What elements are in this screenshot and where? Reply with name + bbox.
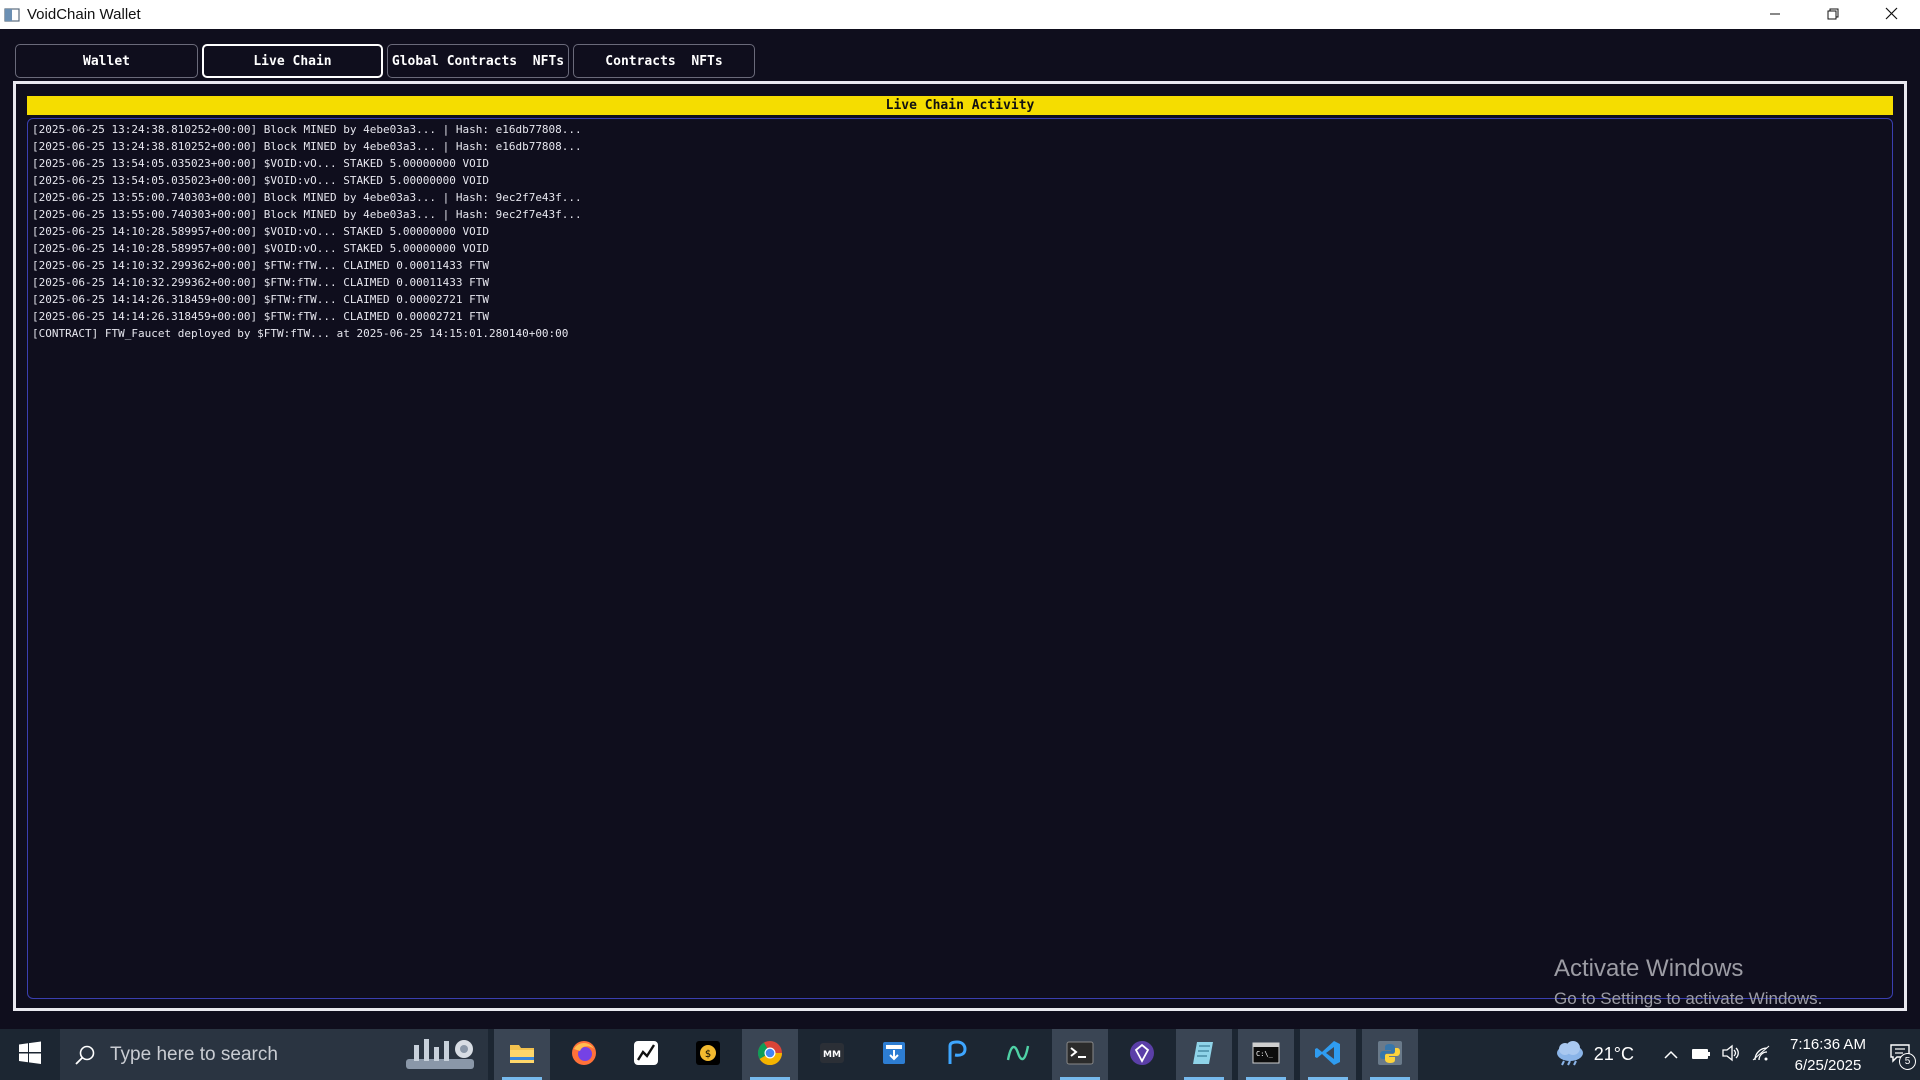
stocks-app-icon <box>633 1040 659 1070</box>
chevron-up-icon <box>1664 1045 1678 1064</box>
taskbar-wave-app[interactable] <box>990 1029 1046 1080</box>
svg-text:$: $ <box>705 1049 711 1060</box>
window-title-bar: VoidChain Wallet <box>0 0 1920 29</box>
minimize-icon <box>1769 5 1781 24</box>
tab-wallet[interactable]: Wallet <box>15 44 198 78</box>
svg-text:MM: MM <box>823 1050 841 1060</box>
search-placeholder: Type here to search <box>110 1043 278 1065</box>
taskbar-python[interactable] <box>1362 1029 1418 1080</box>
log-line: [2025-06-25 14:10:32.299362+00:00] $FTW:… <box>32 276 489 289</box>
close-icon <box>1885 5 1898 24</box>
log-line: [2025-06-25 14:10:28.589957+00:00] $VOID… <box>32 242 489 255</box>
app-window-icon <box>4 7 20 23</box>
terminal-icon <box>1066 1041 1094 1069</box>
taskbar-mm-app[interactable]: MM <box>804 1029 860 1080</box>
svg-text:C:\_: C:\_ <box>1256 1050 1274 1058</box>
notification-count-badge: 5 <box>1899 1053 1916 1070</box>
taskbar-search[interactable]: Type here to search <box>60 1029 488 1080</box>
log-line: [2025-06-25 13:24:38.810252+00:00] Block… <box>32 140 582 153</box>
volume-control[interactable] <box>1716 1029 1746 1080</box>
log-line: [2025-06-25 14:10:28.589957+00:00] $VOID… <box>32 225 489 238</box>
taskbar-p-app[interactable] <box>928 1029 984 1080</box>
chrome-icon <box>756 1039 784 1071</box>
vscode-icon <box>1314 1039 1342 1071</box>
tab-global-contracts-nfts[interactable]: Global Contracts NFTs <box>387 44 569 78</box>
restore-button[interactable] <box>1804 0 1862 29</box>
tab-live-chain[interactable]: Live Chain <box>202 44 383 78</box>
taskbar-stocks-app[interactable] <box>618 1029 674 1080</box>
p-app-icon <box>943 1039 969 1070</box>
windows-logo-icon <box>18 1041 42 1069</box>
search-icon <box>74 1044 96 1066</box>
log-line: [2025-06-25 13:54:05.035023+00:00] $VOID… <box>32 157 489 170</box>
restore-icon <box>1827 5 1839 24</box>
wave-app-icon <box>1005 1040 1031 1070</box>
clock-time: 7:16:36 AM <box>1790 1035 1866 1053</box>
taskbar-coin-app[interactable]: $ <box>680 1029 736 1080</box>
taskbar-apps: $ MM C:\_ <box>494 1029 1424 1080</box>
taskbar-clock[interactable]: 7:16:36 AM 6/25/2025 <box>1782 1034 1874 1076</box>
wifi-icon <box>1751 1044 1771 1066</box>
log-line: [2025-06-25 13:24:38.810252+00:00] Block… <box>32 123 582 136</box>
weather-cloud-icon <box>1554 1040 1586 1070</box>
window-title: VoidChain Wallet <box>27 6 141 23</box>
system-tray: 21°C 7:16:36 AM 6/25/2025 5 <box>1554 1029 1920 1080</box>
minimize-button[interactable] <box>1746 0 1804 29</box>
log-line: [2025-06-25 14:10:32.299362+00:00] $FTW:… <box>32 259 489 272</box>
notification-center-button[interactable]: 5 <box>1880 1029 1920 1080</box>
weather-widget[interactable]: 21°C <box>1554 1040 1634 1070</box>
weather-temperature: 21°C <box>1593 1044 1634 1064</box>
taskbar-gem-app[interactable] <box>1114 1029 1170 1080</box>
python-icon <box>1376 1039 1404 1071</box>
taskbar-terminal[interactable] <box>1052 1029 1108 1080</box>
battery-indicator[interactable] <box>1686 1029 1716 1080</box>
tab-bar: Wallet Live Chain Global Contracts NFTs … <box>15 44 755 80</box>
battery-icon <box>1691 1045 1711 1064</box>
network-status[interactable] <box>1746 1029 1776 1080</box>
taskbar: Type here to search $ MM C:\_ 21°C 7:16:… <box>0 1029 1920 1080</box>
show-hidden-icons-button[interactable] <box>1656 1029 1686 1080</box>
activity-log[interactable]: [2025-06-25 13:24:38.810252+00:00] Block… <box>27 118 1893 999</box>
log-line: [2025-06-25 14:14:26.318459+00:00] $FTW:… <box>32 310 489 323</box>
watermark-title: Activate Windows <box>1554 955 1744 982</box>
log-line: [2025-06-25 14:14:26.318459+00:00] $FTW:… <box>32 293 489 306</box>
installer-icon <box>881 1040 907 1070</box>
taskbar-firefox[interactable] <box>556 1029 612 1080</box>
taskbar-notes-app[interactable] <box>1176 1029 1232 1080</box>
log-line: [CONTRACT] FTW_Faucet deployed by $FTW:f… <box>32 327 569 340</box>
live-chain-panel: Live Chain Activity [2025-06-25 13:24:38… <box>13 81 1907 1011</box>
firefox-icon <box>570 1039 598 1071</box>
tab-contracts-nfts[interactable]: Contracts NFTs <box>573 44 755 78</box>
watermark-subtitle: Go to Settings to activate Windows. <box>1554 989 1823 1008</box>
taskbar-vscode[interactable] <box>1300 1029 1356 1080</box>
notes-app-icon <box>1191 1040 1217 1070</box>
gem-app-icon <box>1128 1039 1156 1071</box>
file-explorer-icon <box>509 1042 535 1068</box>
mm-app-icon: MM <box>819 1040 845 1070</box>
start-button[interactable] <box>0 1029 60 1080</box>
log-line: [2025-06-25 13:54:05.035023+00:00] $VOID… <box>32 174 489 187</box>
taskbar-installer[interactable] <box>866 1029 922 1080</box>
search-highlight-icon <box>404 1035 476 1077</box>
command-prompt-icon: C:\_ <box>1252 1042 1280 1068</box>
taskbar-command-prompt[interactable]: C:\_ <box>1238 1029 1294 1080</box>
coin-app-icon: $ <box>695 1040 721 1070</box>
app-body: Wallet Live Chain Global Contracts NFTs … <box>0 29 1920 1029</box>
clock-date: 6/25/2025 <box>1794 1056 1862 1074</box>
log-line: [2025-06-25 13:55:00.740303+00:00] Block… <box>32 208 582 221</box>
speaker-icon <box>1721 1044 1741 1066</box>
log-line: [2025-06-25 13:55:00.740303+00:00] Block… <box>32 191 582 204</box>
close-button[interactable] <box>1862 0 1920 29</box>
activation-watermark: Activate Windows Go to Settings to activ… <box>1554 955 1822 1011</box>
taskbar-chrome[interactable] <box>742 1029 798 1080</box>
panel-header: Live Chain Activity <box>27 96 1893 115</box>
taskbar-file-explorer[interactable] <box>494 1029 550 1080</box>
